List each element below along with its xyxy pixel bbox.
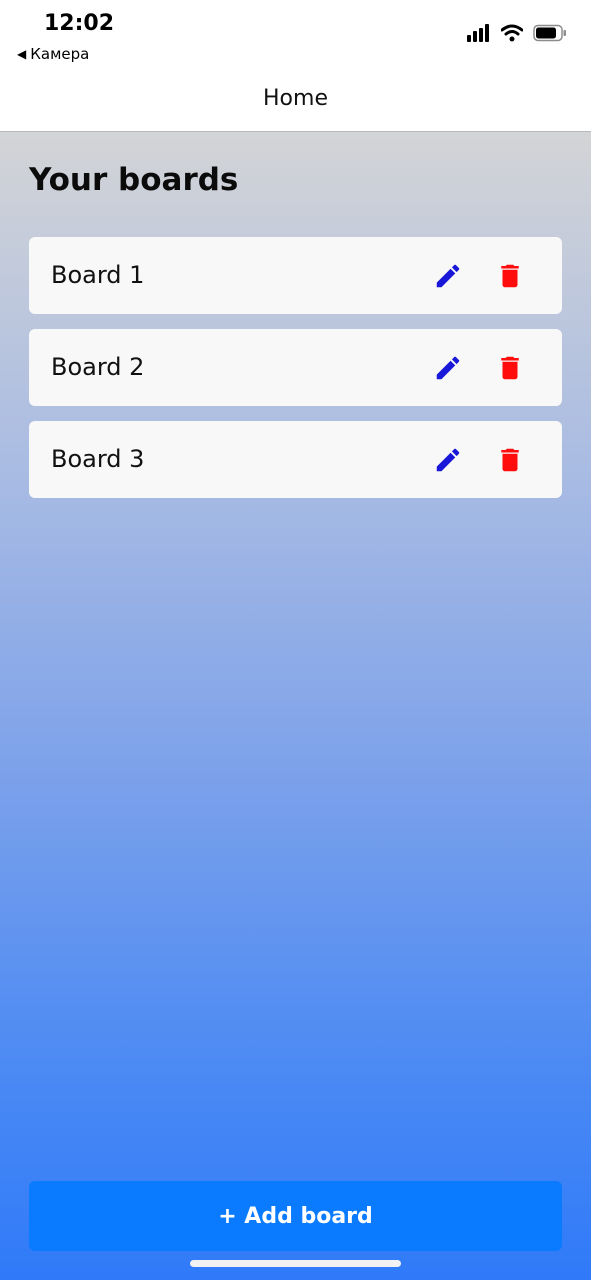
wifi-icon <box>500 24 524 47</box>
board-card[interactable]: Board 3 <box>29 421 562 498</box>
back-to-app-link[interactable]: ◀ Камера <box>17 45 89 63</box>
signal-icon <box>467 24 491 47</box>
page-title: Home <box>263 86 328 111</box>
delete-board-button[interactable] <box>494 352 526 384</box>
status-bar: 12:02 ◀ Камера <box>0 0 591 70</box>
edit-board-button[interactable] <box>432 260 464 292</box>
home-indicator[interactable] <box>190 1260 401 1267</box>
trash-icon <box>501 356 519 380</box>
trash-icon <box>501 448 519 472</box>
battery-icon <box>533 24 567 47</box>
pencil-icon <box>436 264 460 288</box>
trash-icon <box>501 264 519 288</box>
edit-board-button[interactable] <box>432 444 464 476</box>
navigation-bar: Home <box>0 70 591 132</box>
main-content: Your boards Board 1 Board 2 Board 3 + Ad… <box>0 132 591 1280</box>
add-board-button[interactable]: + Add board <box>29 1181 562 1251</box>
pencil-icon <box>436 448 460 472</box>
status-time: 12:02 <box>44 11 115 36</box>
edit-board-button[interactable] <box>432 352 464 384</box>
pencil-icon <box>436 356 460 380</box>
board-name: Board 1 <box>51 261 145 289</box>
delete-board-button[interactable] <box>494 260 526 292</box>
board-card[interactable]: Board 2 <box>29 329 562 406</box>
section-title: Your boards <box>29 162 239 198</box>
status-icons <box>467 24 567 47</box>
back-arrow-icon: ◀ <box>17 47 27 61</box>
back-app-label: Камера <box>30 45 90 63</box>
board-card[interactable]: Board 1 <box>29 237 562 314</box>
board-list: Board 1 Board 2 Board 3 <box>29 237 562 513</box>
delete-board-button[interactable] <box>494 444 526 476</box>
board-name: Board 3 <box>51 445 145 473</box>
board-name: Board 2 <box>51 353 145 381</box>
